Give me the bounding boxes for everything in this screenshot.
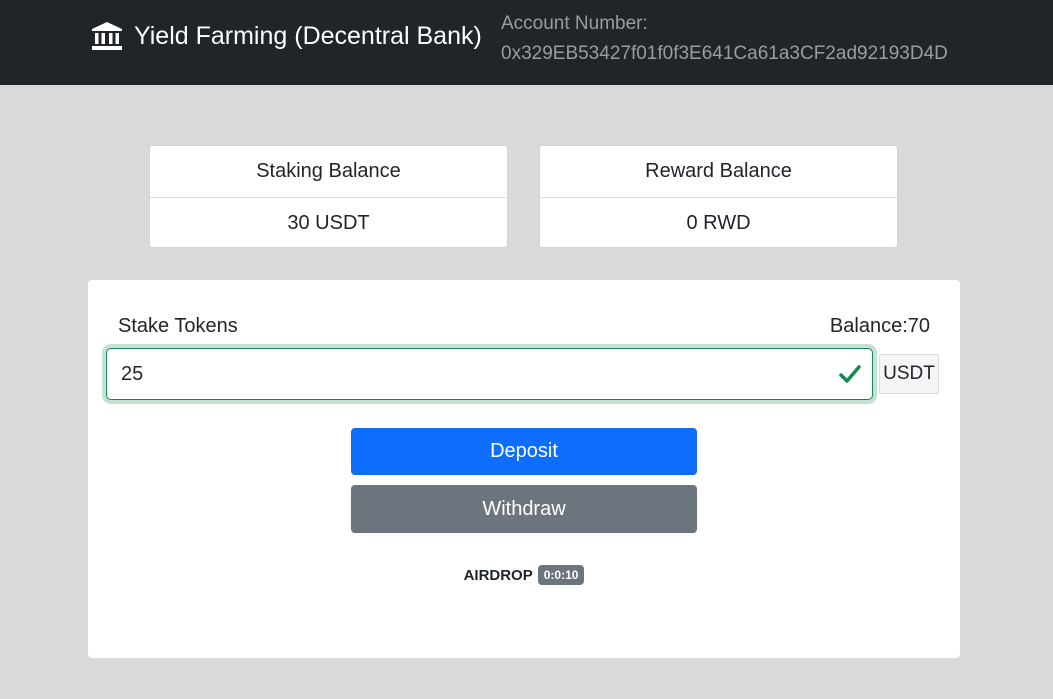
airdrop-label: AIRDROP <box>463 566 533 584</box>
stake-tokens-label: Stake Tokens <box>118 315 238 337</box>
reward-balance-title: Reward Balance <box>540 146 897 198</box>
staking-balance-value: 30 USDT <box>287 212 370 234</box>
reward-balance-card: Reward Balance 0 RWD <box>539 145 898 248</box>
staking-balance-card: Staking Balance 30 USDT <box>149 145 508 248</box>
app-title: Yield Farming (Decentral Bank) <box>134 21 482 50</box>
withdraw-button[interactable]: Withdraw <box>351 485 697 533</box>
account-label: Account Number: <box>501 13 648 34</box>
deposit-button[interactable]: Deposit <box>351 428 697 475</box>
airdrop-timer-badge: 0:0:10 <box>537 565 585 585</box>
check-icon <box>838 362 862 391</box>
airdrop-section: AIRDROP 0:0:10 <box>88 565 960 585</box>
stake-form-card: Stake Tokens Balance:70 USDT Deposit Wit… <box>88 280 960 658</box>
reward-balance-value: 0 RWD <box>686 212 751 234</box>
account-number: 0x329EB53427f01f0f3E641Ca61a3CF2ad92193D… <box>501 43 948 64</box>
currency-addon: USDT <box>879 354 939 394</box>
brand[interactable]: Yield Farming (Decentral Bank) <box>90 19 482 53</box>
stake-amount-field[interactable] <box>106 348 873 400</box>
navbar: Yield Farming (Decentral Bank) Account N… <box>0 0 1053 85</box>
stake-amount-input[interactable] <box>121 349 821 399</box>
staking-balance-title: Staking Balance <box>150 146 507 198</box>
wallet-balance: Balance:70 <box>829 315 930 337</box>
account-info: Account Number: 0x329EB53427f01f0f3E641C… <box>501 9 948 69</box>
bank-icon <box>90 21 124 51</box>
